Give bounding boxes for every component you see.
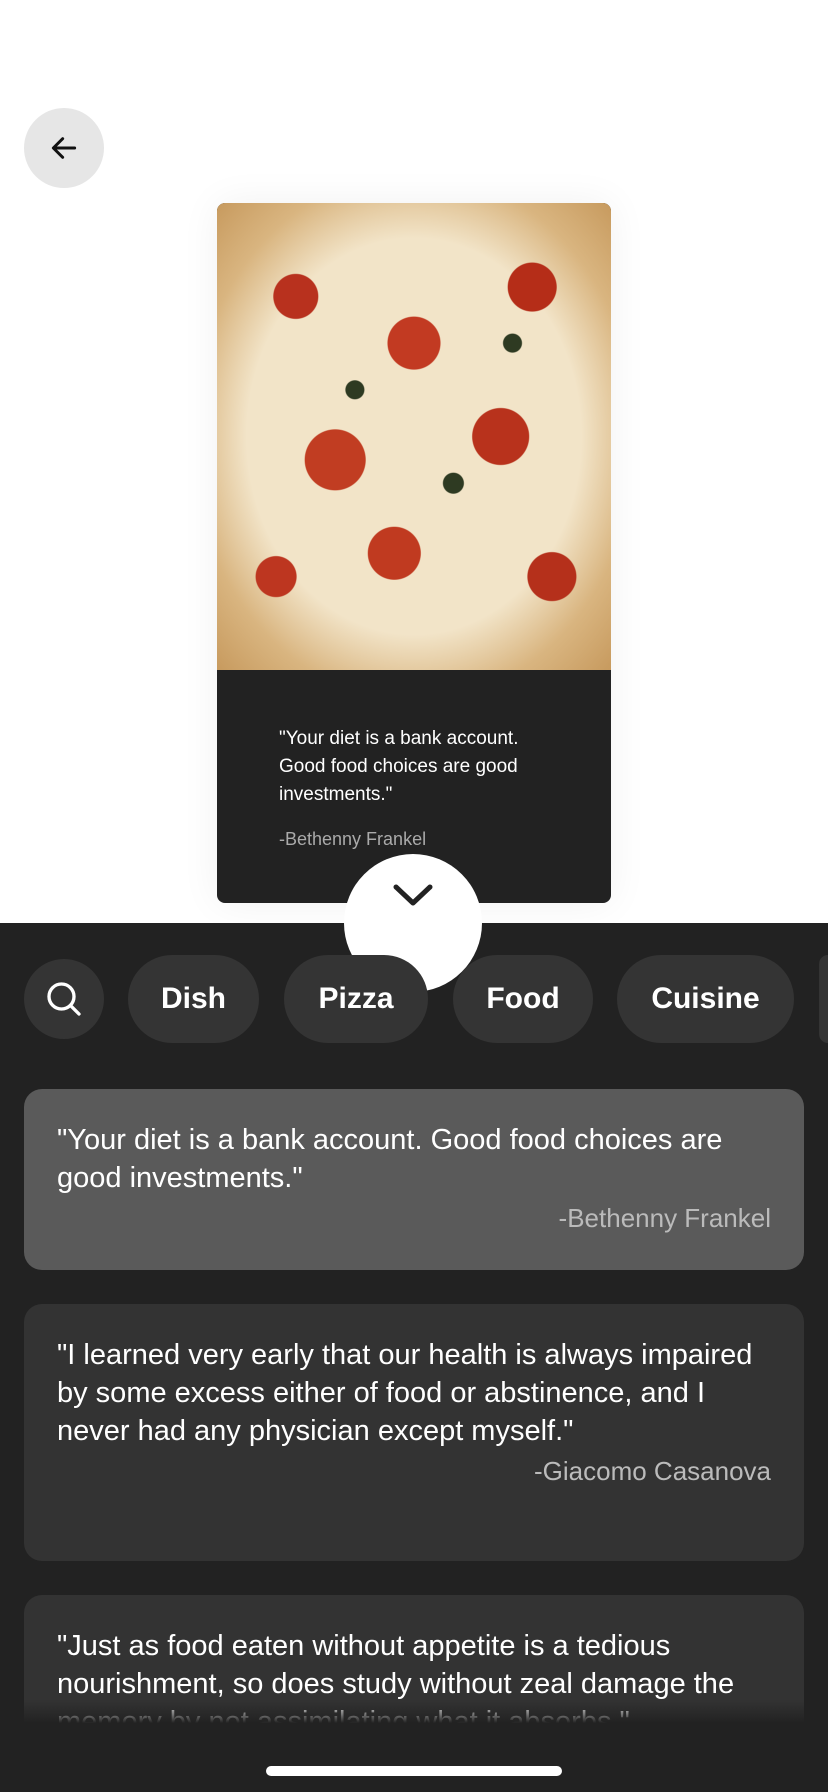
- quote-author: -Giacomo Casanova: [534, 1456, 771, 1486]
- chip-pizza[interactable]: Pizza: [284, 955, 428, 1043]
- chip-cuisine[interactable]: Cuisine: [617, 955, 794, 1043]
- quote-item[interactable]: "I learned very early that our health is…: [24, 1304, 804, 1561]
- search-icon: [47, 982, 81, 1016]
- chip-more[interactable]: [819, 955, 828, 1043]
- quote-author: -Bethenny Frankel: [558, 1203, 771, 1233]
- home-indicator[interactable]: [266, 1766, 562, 1776]
- chevron-down-icon: [393, 884, 433, 906]
- preview-quote: "Your diet is a bank account. Good food …: [279, 728, 519, 805]
- bottom-fade: [0, 1700, 828, 1792]
- back-button[interactable]: [24, 108, 104, 188]
- pizza-image: [217, 203, 611, 670]
- quote-text: "I learned very early that our health is…: [57, 1339, 753, 1447]
- tag-chips: Dish Pizza Food Cuisine: [0, 955, 828, 1043]
- quote-text: "Your diet is a bank account. Good food …: [57, 1124, 723, 1194]
- quote-item[interactable]: "Your diet is a bank account. Good food …: [24, 1089, 804, 1270]
- search-button[interactable]: [24, 959, 104, 1039]
- arrow-left-icon: [51, 137, 77, 159]
- chip-dish[interactable]: Dish: [128, 955, 259, 1043]
- chip-food[interactable]: Food: [453, 955, 593, 1043]
- quote-preview-card: "Your diet is a bank account. Good food …: [217, 203, 611, 903]
- preview-author: -Bethenny Frankel: [279, 829, 427, 849]
